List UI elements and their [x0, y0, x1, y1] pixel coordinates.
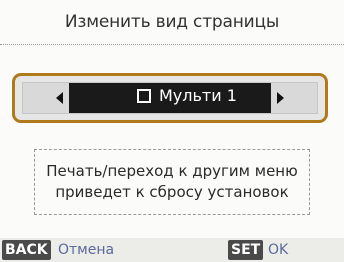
arrow-left-icon[interactable]	[56, 92, 63, 104]
page-title: Изменить вид страницы	[64, 12, 280, 32]
ok-label[interactable]: OK	[268, 240, 288, 260]
cancel-label[interactable]: Отмена	[58, 240, 114, 260]
set-key-badge[interactable]: SET	[228, 240, 264, 260]
screen: Изменить вид страницы Мульти 1 Печать/пе…	[0, 0, 344, 262]
back-key-badge[interactable]: BACK	[2, 240, 51, 260]
selected-value-box[interactable]: Мульти 1	[69, 83, 271, 113]
selected-value-label: Мульти 1	[159, 86, 237, 105]
footer-bar: BACK Отмена SET OK	[0, 238, 344, 262]
notice-line-2: приведет к сбросу установок	[55, 183, 289, 201]
page-layout-icon	[137, 89, 151, 103]
selector-track: Мульти 1	[22, 82, 318, 114]
notice-line-1: Печать/переход к другим меню	[46, 162, 298, 180]
arrow-right-icon[interactable]	[277, 92, 284, 104]
warning-notice: Печать/переход к другим меню приведет к …	[34, 149, 310, 215]
title-divider	[0, 44, 344, 45]
layout-selector[interactable]: Мульти 1	[12, 73, 328, 123]
